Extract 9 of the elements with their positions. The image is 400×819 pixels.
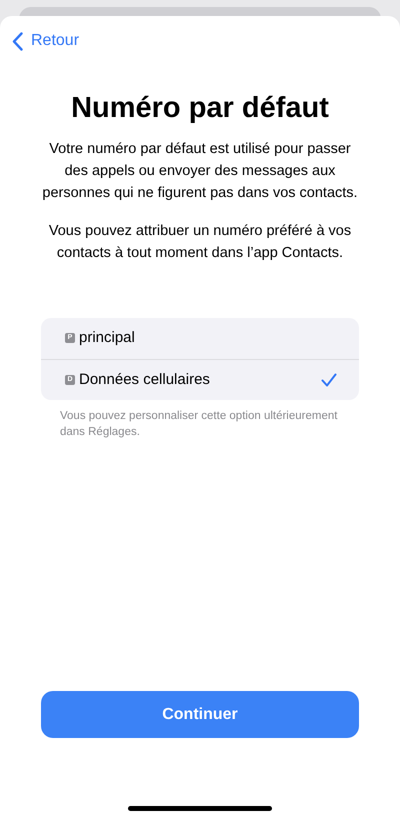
back-button[interactable]: Retour [12,29,80,53]
description-text: Vous pouvez attribuer un numéro préféré à vos contacts à tout moment dans l’app Contacts. [48,222,352,263]
option-label: principal [79,328,136,348]
back-chevron-icon [12,32,23,50]
continue-button[interactable]: Continuer [41,691,359,738]
page-title: Numéro par défaut [70,91,330,126]
description-text: Votre numéro par défaut est utilisé pour passer des appels ou envoyer des messages aux personnes qui ne figurent pas dans vos contacts. [41,140,359,203]
option-label: Données cellulaires [79,370,211,390]
footnote-text: Vous pouvez personnaliser cette option ultérieurement dans Réglages. [60,408,338,440]
